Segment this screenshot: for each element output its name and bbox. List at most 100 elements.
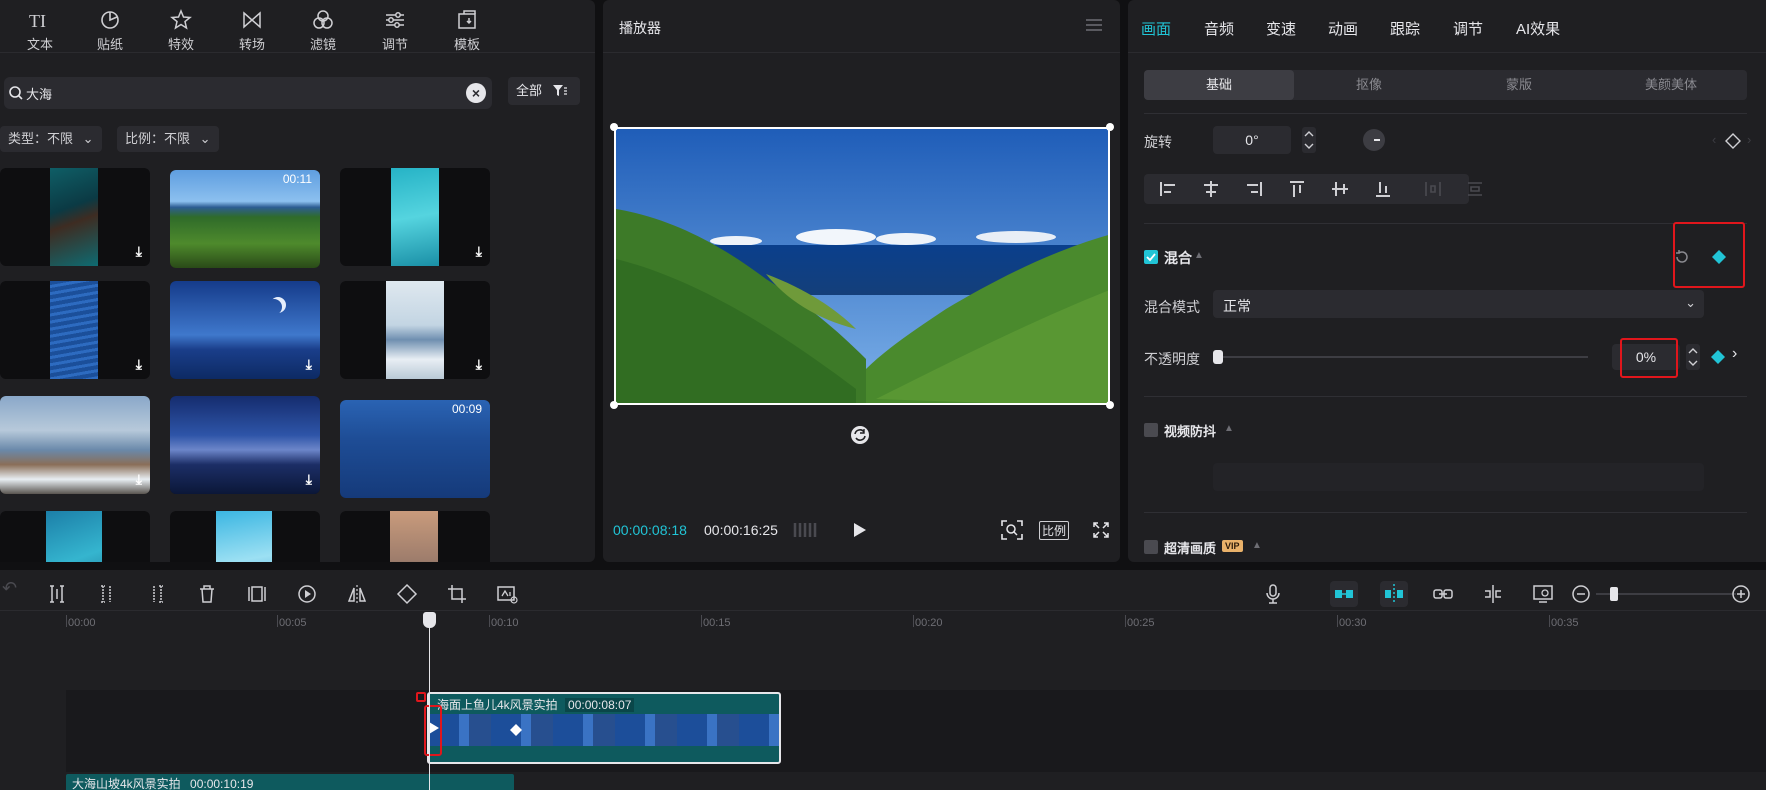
- toolbar-adjust[interactable]: 调节: [365, 4, 425, 52]
- chevron-right-icon[interactable]: ›: [1732, 345, 1737, 363]
- download-icon[interactable]: ⤓: [136, 243, 142, 260]
- download-icon[interactable]: ⤓: [476, 356, 482, 373]
- rotate-input[interactable]: 0°: [1213, 126, 1291, 154]
- align-center-v-icon[interactable]: [1320, 176, 1360, 202]
- toolbar-filter[interactable]: 滤镜: [293, 4, 353, 52]
- resize-handle[interactable]: [1106, 123, 1114, 131]
- type-filter-dropdown[interactable]: 类型：不限 ⌄: [0, 126, 102, 152]
- distribute-h-icon[interactable]: [1413, 176, 1453, 202]
- selected-video-clip[interactable]: 海面上鱼儿4k风景实拍 00:00:08:07: [427, 692, 781, 764]
- download-icon[interactable]: ⤓: [476, 243, 482, 260]
- subtab-beauty[interactable]: 美颜美体: [1596, 70, 1746, 100]
- opacity-slider-track[interactable]: [1213, 356, 1588, 358]
- filter-all-button[interactable]: 全部: [508, 77, 580, 105]
- auto-snap-button[interactable]: [1380, 581, 1408, 607]
- media-item[interactable]: ⤓: [0, 281, 150, 379]
- screen-capture-icon[interactable]: [1532, 583, 1554, 605]
- media-item[interactable]: ⤓: [0, 168, 150, 266]
- stabilize-checkbox[interactable]: [1144, 423, 1158, 437]
- align-center-h-icon[interactable]: [1191, 176, 1231, 202]
- crop-icon[interactable]: [446, 583, 468, 605]
- fullscreen-icon[interactable]: [1093, 522, 1109, 538]
- chevron-up-icon[interactable]: ▲: [1194, 250, 1204, 261]
- tab-picture[interactable]: 画面: [1141, 18, 1171, 39]
- subtab-cutout[interactable]: 抠像: [1294, 70, 1444, 100]
- link-icon[interactable]: [1432, 583, 1454, 605]
- media-item[interactable]: ⤓: [340, 168, 490, 266]
- zoom-fit-icon[interactable]: [1001, 520, 1023, 540]
- keyframe-marker-icon[interactable]: [510, 724, 522, 736]
- toolbar-sticker[interactable]: 贴纸: [80, 4, 140, 52]
- search-box[interactable]: ×: [4, 77, 492, 109]
- stepper-icon[interactable]: [1686, 344, 1700, 370]
- media-item[interactable]: [170, 511, 320, 562]
- clear-search-button[interactable]: ×: [466, 83, 486, 103]
- download-icon[interactable]: ⤓: [136, 471, 142, 488]
- microphone-icon[interactable]: [1262, 583, 1284, 605]
- reverse-play-icon[interactable]: [296, 583, 318, 605]
- blend-checkbox[interactable]: [1144, 250, 1158, 264]
- tab-audio[interactable]: 音频: [1204, 18, 1234, 39]
- download-icon[interactable]: ⤓: [306, 356, 312, 373]
- stepper-icon[interactable]: [1302, 127, 1316, 153]
- playhead-handle[interactable]: [423, 612, 436, 628]
- video-clip[interactable]: 大海山坡4k风景实拍 00:00:10:19: [66, 774, 514, 790]
- rotate-clip-icon[interactable]: [396, 583, 418, 605]
- split-icon[interactable]: [46, 583, 68, 605]
- tab-speed[interactable]: 变速: [1266, 18, 1296, 39]
- toolbar-text[interactable]: TI 文本: [10, 4, 70, 52]
- subtab-mask[interactable]: 蒙版: [1444, 70, 1594, 100]
- ratio-button[interactable]: 比例: [1039, 521, 1070, 540]
- rotate-dial[interactable]: [1362, 128, 1386, 152]
- media-item[interactable]: 00:09: [340, 400, 490, 498]
- split-left-icon[interactable]: [96, 583, 118, 605]
- zoom-in-icon[interactable]: [1730, 583, 1752, 605]
- delete-icon[interactable]: [196, 583, 218, 605]
- ratio-filter-dropdown[interactable]: 比例：不限 ⌄: [117, 126, 219, 152]
- play-icon[interactable]: [853, 522, 867, 538]
- distribute-v-icon[interactable]: [1455, 176, 1495, 202]
- ai-edit-icon[interactable]: [496, 583, 518, 605]
- toolbar-effects[interactable]: 特效: [151, 4, 211, 52]
- resize-handle[interactable]: [610, 123, 618, 131]
- media-item[interactable]: 00:11: [170, 170, 320, 268]
- toolbar-template[interactable]: 模板: [437, 4, 497, 52]
- hd-checkbox[interactable]: [1144, 540, 1158, 554]
- media-item[interactable]: ⤓: [340, 281, 490, 379]
- subtab-basic[interactable]: 基础: [1144, 70, 1294, 100]
- rotate-icon[interactable]: [850, 425, 870, 445]
- download-icon[interactable]: ⤓: [136, 356, 142, 373]
- preview-axis-icon[interactable]: [1482, 583, 1504, 605]
- align-right-icon[interactable]: [1234, 176, 1274, 202]
- video-preview[interactable]: [614, 127, 1110, 405]
- blend-mode-select[interactable]: 正常 ⌄: [1213, 290, 1704, 318]
- media-item[interactable]: ⤓: [170, 396, 320, 494]
- chevron-up-icon[interactable]: ▲: [1252, 540, 1262, 551]
- zoom-slider-thumb[interactable]: [1610, 587, 1618, 601]
- mirror-icon[interactable]: [346, 583, 368, 605]
- tab-adjust[interactable]: 调节: [1453, 18, 1483, 39]
- align-left-icon[interactable]: [1148, 176, 1188, 202]
- align-top-icon[interactable]: [1277, 176, 1317, 202]
- grid-view-icon[interactable]: [793, 521, 819, 539]
- split-right-icon[interactable]: [146, 583, 168, 605]
- tab-ai-effects[interactable]: AI效果: [1516, 18, 1560, 39]
- align-bottom-icon[interactable]: [1363, 176, 1403, 202]
- media-item[interactable]: ⤓: [0, 396, 150, 494]
- download-icon[interactable]: ⤓: [306, 471, 312, 488]
- freeze-icon[interactable]: [246, 583, 268, 605]
- resize-handle[interactable]: [1106, 401, 1114, 409]
- media-item[interactable]: [0, 511, 150, 562]
- main-track-magnet-button[interactable]: [1330, 581, 1358, 607]
- media-item[interactable]: [340, 511, 490, 562]
- tab-animation[interactable]: 动画: [1328, 18, 1358, 39]
- zoom-out-icon[interactable]: [1570, 583, 1592, 605]
- chevron-up-icon[interactable]: ▲: [1224, 423, 1234, 434]
- keyframe-active-icon[interactable]: [1710, 349, 1726, 365]
- toolbar-transition[interactable]: 转场: [222, 4, 282, 52]
- menu-icon[interactable]: [1086, 18, 1102, 32]
- opacity-slider-thumb[interactable]: [1213, 350, 1223, 364]
- media-item[interactable]: ⤓: [170, 281, 320, 379]
- search-input[interactable]: [26, 83, 456, 103]
- playhead-line[interactable]: [429, 612, 430, 790]
